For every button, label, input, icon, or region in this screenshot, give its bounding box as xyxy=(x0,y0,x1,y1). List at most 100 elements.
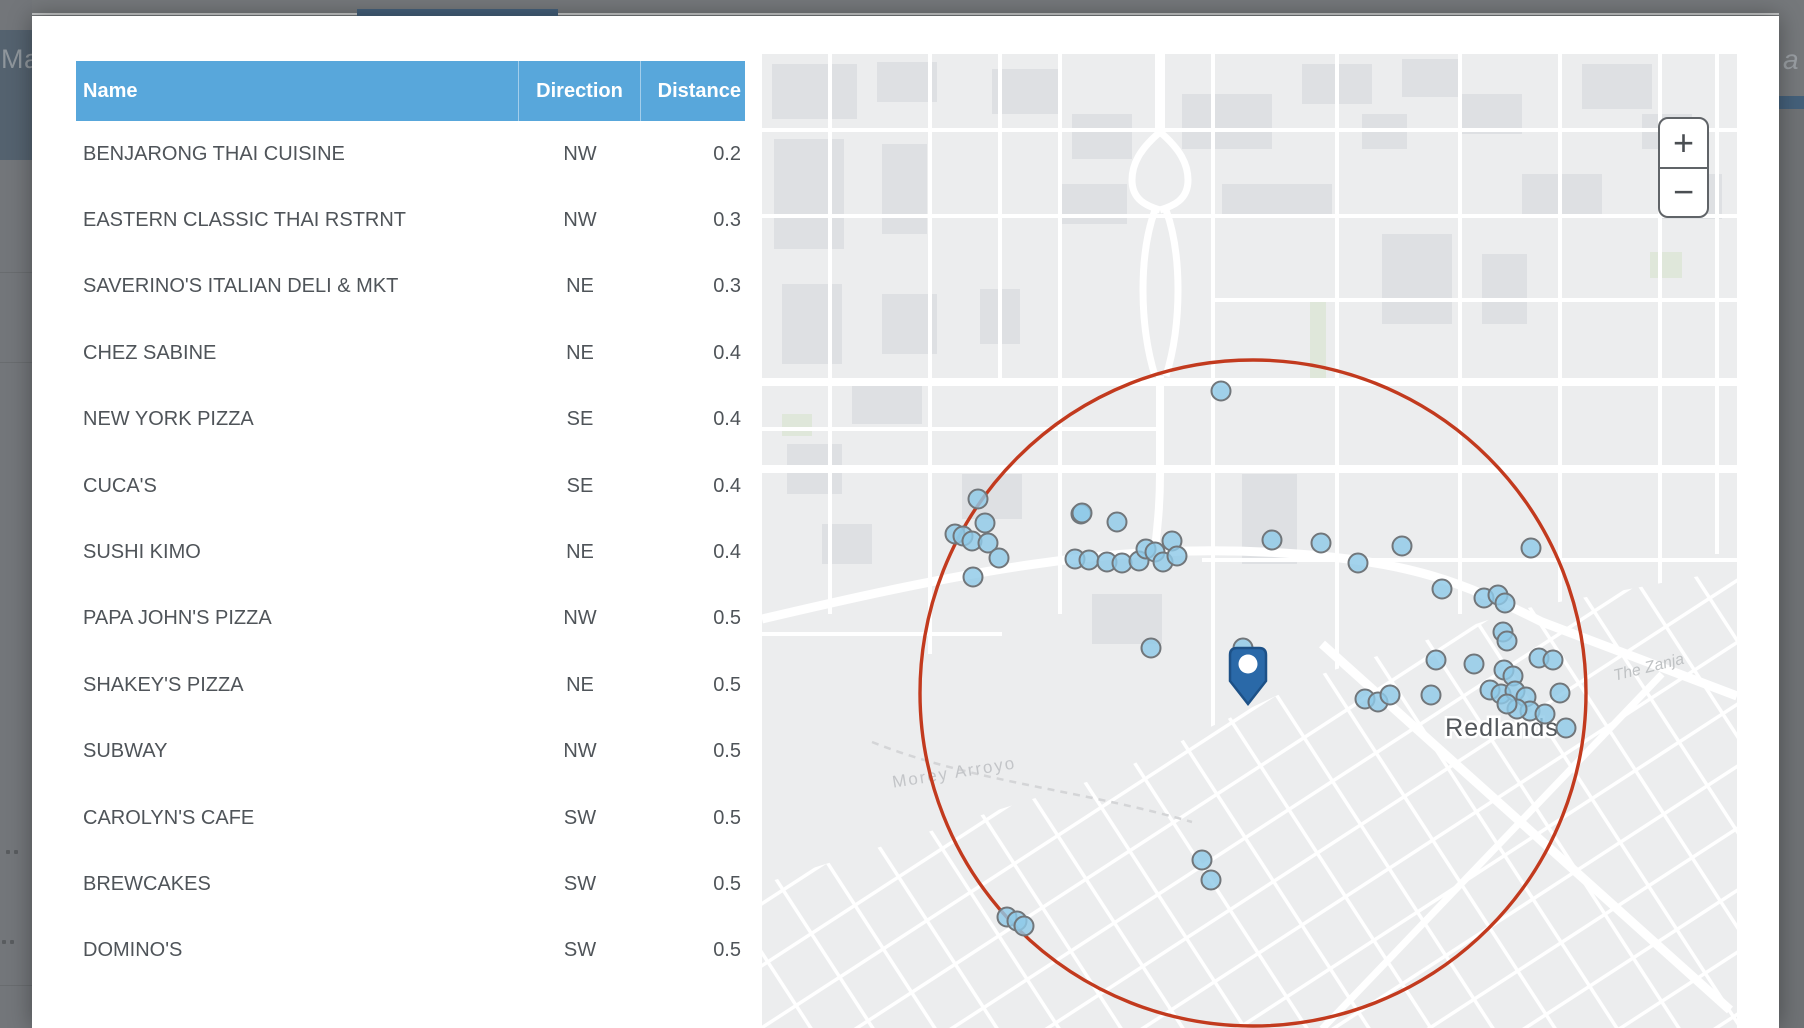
screen: { "window": { "backdrop_text_left": "Ma"… xyxy=(0,0,1804,1028)
restaurant-direction: SW xyxy=(563,872,597,895)
restaurant-marker[interactable] xyxy=(1310,532,1332,554)
restaurant-marker[interactable] xyxy=(1261,529,1283,551)
restaurant-marker[interactable] xyxy=(1555,717,1577,739)
backdrop-right-accent-strip xyxy=(1779,96,1804,109)
restaurant-marker[interactable] xyxy=(1391,535,1413,557)
restaurant-marker[interactable] xyxy=(1520,537,1542,559)
zoom-out-button[interactable]: − xyxy=(1660,169,1707,217)
restaurant-distance: 0.4 xyxy=(713,341,741,364)
restaurant-marker[interactable] xyxy=(1166,545,1188,567)
table-row[interactable]: CHEZ SABINE NE 0.4 xyxy=(76,320,745,386)
column-header-name[interactable]: Name xyxy=(76,61,518,121)
restaurant-marker[interactable] xyxy=(1078,549,1100,571)
restaurant-distance: 0.3 xyxy=(713,275,741,298)
restaurant-marker[interactable] xyxy=(1071,502,1093,524)
restaurant-marker[interactable] xyxy=(1431,578,1453,600)
map-graphics: Morey Arroyo The Zanja Redlands xyxy=(762,54,1737,1028)
restaurant-distance: 0.4 xyxy=(713,474,741,497)
restaurant-name: BREWCAKES xyxy=(83,872,211,895)
restaurant-marker[interactable] xyxy=(1496,630,1518,652)
restaurant-marker[interactable] xyxy=(1210,380,1232,402)
restaurant-marker[interactable] xyxy=(967,488,989,510)
results-table: Name Direction Distance BENJARONG THAI C… xyxy=(76,61,745,984)
restaurant-marker[interactable] xyxy=(1111,552,1133,574)
restaurant-marker[interactable] xyxy=(1347,552,1369,574)
restaurant-direction: NE xyxy=(566,275,594,298)
restaurant-distance: 0.5 xyxy=(713,939,741,962)
restaurant-marker[interactable] xyxy=(1191,849,1213,871)
table-row[interactable]: SUBWAY NW 0.5 xyxy=(76,719,745,785)
restaurant-marker[interactable] xyxy=(1140,637,1162,659)
restaurant-name: PAPA JOHN'S PIZZA xyxy=(83,607,272,630)
table-row[interactable]: CUCA'S SE 0.4 xyxy=(76,453,745,519)
restaurant-distance: 0.5 xyxy=(713,607,741,630)
restaurant-marker[interactable] xyxy=(1494,592,1516,614)
restaurant-marker[interactable] xyxy=(1463,653,1485,675)
restaurant-direction: NW xyxy=(563,607,597,630)
restaurant-marker[interactable] xyxy=(988,547,1010,569)
table-row[interactable]: SAVERINO'S ITALIAN DELI & MKT NE 0.3 xyxy=(76,254,745,320)
results-table-header: Name Direction Distance xyxy=(76,61,745,121)
table-row[interactable]: EASTERN CLASSIC THAI RSTRNT NW 0.3 xyxy=(76,187,745,253)
restaurant-marker[interactable] xyxy=(1379,684,1401,706)
table-row[interactable]: CAROLYN'S CAFE SW 0.5 xyxy=(76,785,745,851)
restaurant-distance: 0.3 xyxy=(713,209,741,232)
restaurant-name: BENJARONG THAI CUISINE xyxy=(83,142,345,165)
table-row[interactable]: NEW YORK PIZZA SE 0.4 xyxy=(76,387,745,453)
restaurant-marker[interactable] xyxy=(1534,703,1556,725)
restaurant-name: DOMINO'S xyxy=(83,939,183,962)
restaurant-direction: SW xyxy=(563,806,597,829)
restaurant-direction: NW xyxy=(563,142,597,165)
restaurant-marker[interactable] xyxy=(1200,869,1222,891)
restaurant-direction: NE xyxy=(566,541,594,564)
column-header-distance[interactable]: Distance xyxy=(640,61,745,121)
restaurant-distance: 0.5 xyxy=(713,673,741,696)
restaurant-marker[interactable] xyxy=(1542,649,1564,671)
restaurant-direction: NW xyxy=(563,209,597,232)
restaurant-direction: NE xyxy=(566,341,594,364)
restaurant-marker[interactable] xyxy=(1425,649,1447,671)
restaurant-name: SUSHI KIMO xyxy=(83,541,201,564)
table-row[interactable]: SHAKEY'S PIZZA NE 0.5 xyxy=(76,652,745,718)
truncated-text-dots xyxy=(2,940,14,944)
table-row[interactable]: BENJARONG THAI CUISINE NW 0.2 xyxy=(76,121,745,187)
restaurant-name: CUCA'S xyxy=(83,474,157,497)
backdrop-toolbar-edge xyxy=(0,13,1804,15)
restaurant-name: NEW YORK PIZZA xyxy=(83,408,254,431)
table-row[interactable]: SUSHI KIMO NE 0.4 xyxy=(76,519,745,585)
restaurant-distance: 0.2 xyxy=(713,142,741,165)
table-row[interactable]: PAPA JOHN'S PIZZA NW 0.5 xyxy=(76,586,745,652)
table-row[interactable]: BREWCAKES SW 0.5 xyxy=(76,851,745,917)
map-zoom-control: + − xyxy=(1658,117,1709,218)
restaurant-marker[interactable] xyxy=(962,566,984,588)
restaurant-marker[interactable] xyxy=(1013,915,1035,937)
restaurant-direction: SE xyxy=(566,474,594,497)
zoom-in-button[interactable]: + xyxy=(1660,119,1707,169)
active-tab-indicator xyxy=(357,9,558,16)
backdrop-right-panel: a xyxy=(1779,0,1804,1028)
restaurant-marker[interactable] xyxy=(1106,511,1128,533)
map-canvas[interactable]: Morey Arroyo The Zanja Redlands + − xyxy=(762,54,1737,1028)
restaurant-marker[interactable] xyxy=(1420,684,1442,706)
restaurant-distance: 0.4 xyxy=(713,408,741,431)
restaurant-marker[interactable] xyxy=(1496,693,1518,715)
restaurant-name: SHAKEY'S PIZZA xyxy=(83,673,244,696)
restaurant-distance: 0.5 xyxy=(713,806,741,829)
backdrop-right-panel-text: a xyxy=(1783,44,1799,75)
restaurant-direction: NE xyxy=(566,673,594,696)
restaurant-distance: 0.5 xyxy=(713,872,741,895)
restaurant-direction: SW xyxy=(563,939,597,962)
nearby-restaurants-modal: Name Direction Distance BENJARONG THAI C… xyxy=(32,16,1779,1028)
restaurant-distance: 0.5 xyxy=(713,740,741,763)
results-table-body: BENJARONG THAI CUISINE NW 0.2 EASTERN CL… xyxy=(76,121,745,984)
column-header-direction[interactable]: Direction xyxy=(518,61,640,121)
table-row[interactable]: DOMINO'S SW 0.5 xyxy=(76,918,745,984)
restaurant-name: CAROLYN'S CAFE xyxy=(83,806,255,829)
restaurant-name: SAVERINO'S ITALIAN DELI & MKT xyxy=(83,275,399,298)
restaurant-direction: NW xyxy=(563,740,597,763)
truncated-text-dots xyxy=(6,850,18,854)
restaurant-marker[interactable] xyxy=(1549,682,1571,704)
restaurant-direction: SE xyxy=(566,408,594,431)
backdrop-left-panel: Ma xyxy=(0,0,39,1028)
restaurant-marker[interactable] xyxy=(974,512,996,534)
